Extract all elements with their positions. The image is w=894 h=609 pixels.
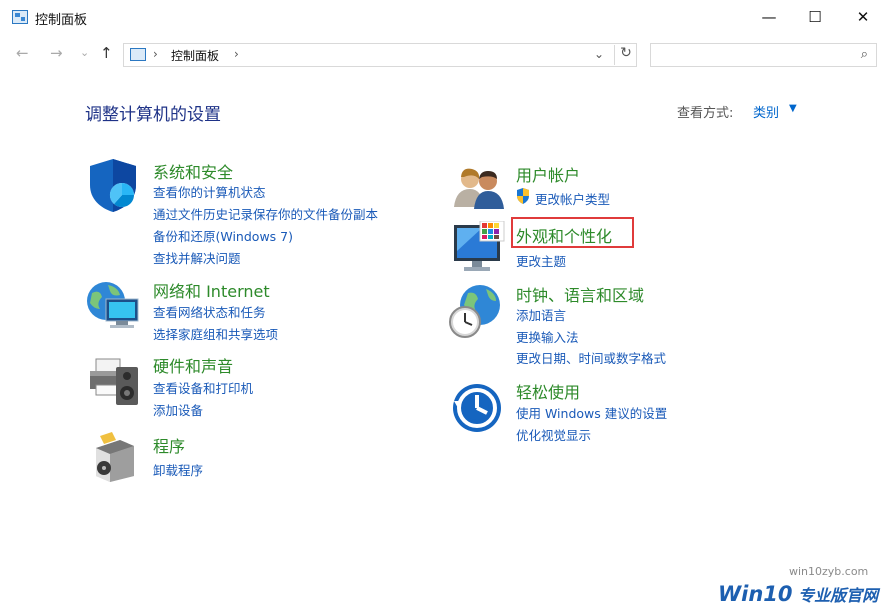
clock-globe-icon[interactable] bbox=[448, 283, 504, 339]
window-title: 控制面板 bbox=[35, 13, 88, 28]
search-icon[interactable]: ⌕ bbox=[861, 47, 868, 62]
watermark-brand-prefix: Win10 bbox=[718, 582, 793, 606]
ease-of-access-icon[interactable] bbox=[452, 383, 502, 433]
shield-icon[interactable] bbox=[86, 157, 140, 213]
refresh-icon[interactable]: ↻ bbox=[614, 45, 637, 65]
search-input[interactable] bbox=[655, 46, 849, 66]
highlight-box bbox=[511, 217, 634, 248]
link-file-history-backup[interactable]: 通过文件历史记录保存你的文件备份副本 bbox=[153, 204, 378, 223]
minimize-button[interactable]: — bbox=[746, 0, 792, 34]
view-by-dropdown[interactable]: 类别 bbox=[753, 102, 779, 121]
maximize-button[interactable]: ☐ bbox=[792, 0, 838, 34]
address-dropdown-icon[interactable]: ⌄ bbox=[594, 47, 604, 61]
category-system-security[interactable]: 系统和安全 bbox=[153, 159, 233, 183]
category-programs[interactable]: 程序 bbox=[153, 433, 185, 457]
link-change-input-method[interactable]: 更换输入法 bbox=[516, 327, 579, 346]
view-by-label: 查看方式: bbox=[677, 106, 734, 121]
watermark-brand: Win10 专业版官网 bbox=[718, 582, 878, 606]
link-add-language[interactable]: 添加语言 bbox=[516, 305, 566, 324]
link-change-theme[interactable]: 更改主题 bbox=[516, 251, 566, 270]
category-network-internet[interactable]: 网络和 Internet bbox=[153, 278, 270, 302]
link-devices-printers[interactable]: 查看设备和打印机 bbox=[153, 378, 253, 397]
uac-shield-icon bbox=[517, 188, 529, 204]
search-box[interactable]: ⌕ bbox=[650, 43, 877, 67]
link-troubleshoot[interactable]: 查找并解决问题 bbox=[153, 248, 241, 267]
up-icon[interactable]: ↑ bbox=[100, 44, 113, 62]
address-bar[interactable]: › 控制面板 › ⌄ ↻ bbox=[123, 43, 637, 67]
category-ease-of-access[interactable]: 轻松使用 bbox=[516, 379, 580, 403]
link-view-network-status[interactable]: 查看网络状态和任务 bbox=[153, 302, 266, 321]
link-windows-recommended-settings[interactable]: 使用 Windows 建议的设置 bbox=[516, 403, 667, 422]
back-icon[interactable]: ← bbox=[16, 44, 29, 62]
users-icon[interactable] bbox=[452, 165, 506, 211]
breadcrumb-separator[interactable]: › bbox=[153, 47, 158, 61]
link-backup-restore[interactable]: 备份和还原(Windows 7) bbox=[153, 226, 293, 245]
category-user-accounts[interactable]: 用户帐户 bbox=[516, 162, 580, 186]
watermark-url: win10zyb.com bbox=[789, 565, 869, 578]
recent-locations-icon[interactable]: ⌄ bbox=[80, 46, 89, 59]
monitor-palette-icon[interactable] bbox=[452, 221, 506, 275]
control-panel-icon bbox=[12, 10, 28, 24]
link-view-computer-status[interactable]: 查看你的计算机状态 bbox=[153, 182, 266, 201]
control-panel-small-icon bbox=[130, 48, 146, 61]
title-bar: 控制面板 — ☐ ✕ bbox=[0, 0, 894, 36]
link-add-device[interactable]: 添加设备 bbox=[153, 400, 203, 419]
link-change-account-type[interactable]: 更改帐户类型 bbox=[535, 189, 610, 208]
link-optimize-visual-display[interactable]: 优化视觉显示 bbox=[516, 425, 591, 444]
link-uninstall-program[interactable]: 卸载程序 bbox=[153, 460, 203, 479]
forward-icon[interactable]: → bbox=[50, 44, 63, 62]
link-homegroup-sharing[interactable]: 选择家庭组和共享选项 bbox=[153, 324, 278, 343]
close-button[interactable]: ✕ bbox=[840, 0, 886, 34]
programs-box-icon[interactable] bbox=[92, 432, 138, 484]
link-date-time-format[interactable]: 更改日期、时间或数字格式 bbox=[516, 348, 666, 367]
breadcrumb-control-panel[interactable]: 控制面板 bbox=[171, 47, 219, 64]
network-globe-icon[interactable] bbox=[86, 279, 142, 331]
printer-speaker-icon[interactable] bbox=[86, 353, 142, 409]
watermark-brand-suffix: 专业版官网 bbox=[792, 586, 879, 605]
category-clock-language-region[interactable]: 时钟、语言和区域 bbox=[516, 282, 644, 306]
chevron-down-icon[interactable]: ▼ bbox=[789, 103, 797, 114]
category-hardware-sound[interactable]: 硬件和声音 bbox=[153, 353, 233, 377]
breadcrumb-separator-end[interactable]: › bbox=[234, 47, 239, 61]
page-title: 调整计算机的设置 bbox=[85, 105, 221, 125]
